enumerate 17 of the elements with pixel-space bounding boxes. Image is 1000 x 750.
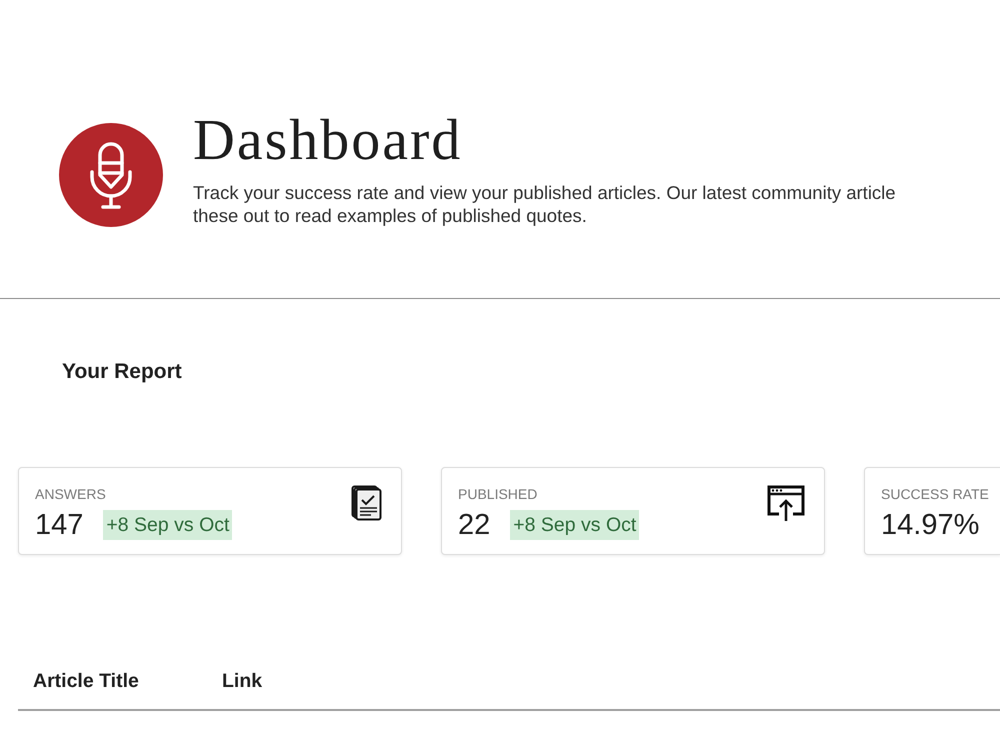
- column-heading: Link: [221, 669, 262, 693]
- stat-label: SUCCESS RATE: [881, 485, 989, 503]
- upload-window-icon: [767, 485, 805, 522]
- stat-value: 14.97%: [881, 509, 980, 541]
- change-tag: +8 Sep vs Oct: [510, 510, 640, 540]
- stat-label: ANSWERS: [35, 485, 106, 503]
- microphone-icon: [59, 123, 163, 227]
- stat-label: PUBLISHED: [458, 485, 538, 503]
- stat-value: 147: [35, 509, 84, 541]
- description-line: these out to read examples of published quotes.: [193, 204, 587, 227]
- stat-value: 22: [458, 509, 490, 541]
- section-heading: Your Report: [62, 359, 182, 385]
- checked-document-stack-icon: [351, 485, 382, 521]
- column-heading: Article Title: [32, 669, 139, 693]
- change-tag: +8 Sep vs Oct: [103, 510, 232, 540]
- page-title: Dashboard: [193, 110, 464, 170]
- description-line: Track your success rate and view your published articles. Our latest community article: [193, 181, 896, 204]
